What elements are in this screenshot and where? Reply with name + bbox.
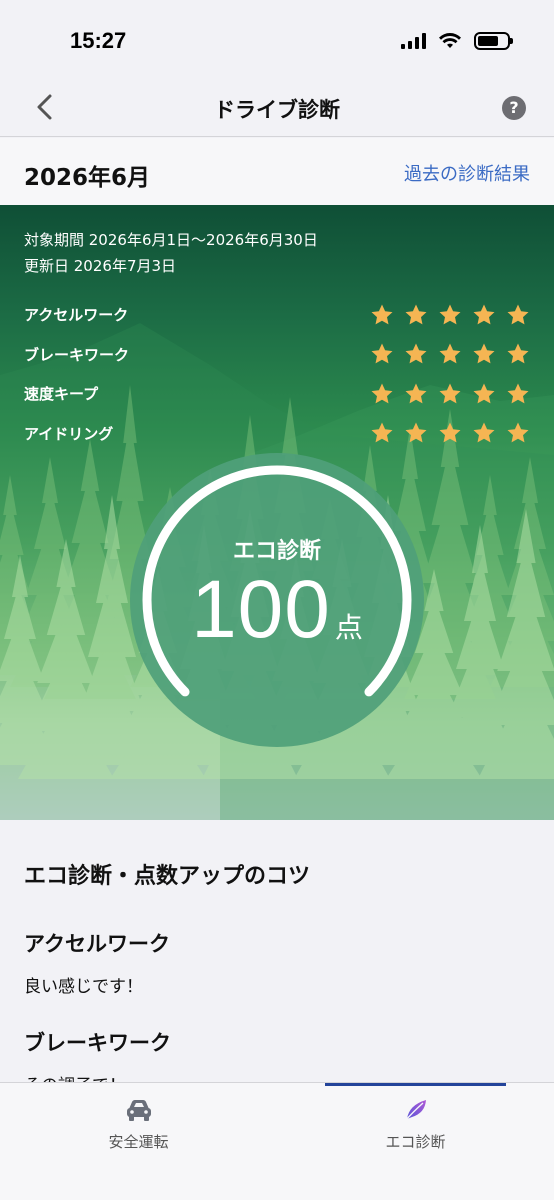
tip-text: 良い感じです！ — [24, 977, 143, 997]
tip-item: アクセルワーク 良い感じです！ — [24, 928, 530, 997]
star-icon — [473, 383, 495, 404]
updated-date: 更新日 2026年7月3日 — [24, 257, 177, 275]
status-time: 15:27 — [70, 28, 127, 53]
cellular-signal-icon — [401, 33, 426, 49]
star-icon — [371, 422, 393, 443]
star-icon — [473, 304, 495, 325]
eco-label: エコ診断 — [232, 539, 321, 564]
rating-list: アクセルワーク ブレーキワーク 速度キープアイドリング — [24, 295, 530, 453]
rating-row: 速度キープ — [24, 374, 530, 414]
star-icon — [371, 383, 393, 404]
star-icon — [405, 343, 427, 364]
star-icon — [439, 343, 461, 364]
status-icons — [401, 32, 513, 50]
tips-heading: エコ診断・点数アップのコツ — [24, 864, 311, 889]
leaf-icon — [403, 1100, 426, 1122]
rating-row: アクセルワーク — [24, 295, 530, 335]
rating-label: 速度キープ — [24, 385, 99, 404]
eco-score-value: 100 — [191, 564, 331, 655]
star-icon — [473, 343, 495, 364]
eco-hero-panel: 対象期間 2026年6月1日〜2026年6月30日 更新日 2026年7月3日 … — [0, 205, 554, 820]
car-icon — [126, 1100, 151, 1121]
star-icon — [439, 422, 461, 443]
page-title: ドライブ診断 — [214, 98, 340, 122]
month-title: 2026年6月 — [24, 165, 151, 191]
wifi-icon — [439, 33, 461, 48]
star-rating — [370, 382, 530, 406]
star-icon — [405, 304, 427, 325]
rating-row: アイドリング — [24, 414, 530, 454]
battery-icon — [474, 32, 513, 50]
eco-score-gauge: エコ診断 100 点 — [130, 453, 424, 747]
star-icon — [405, 422, 427, 443]
eco-score-unit: 点 — [334, 611, 363, 644]
star-rating — [370, 342, 530, 366]
past-results-link[interactable]: 過去の診断結果 — [404, 160, 530, 186]
nav-bar: ドライブ診断 ? — [0, 80, 554, 137]
help-question-icon[interactable]: ? — [502, 96, 526, 120]
star-icon — [473, 422, 495, 443]
star-icon — [507, 304, 529, 325]
status-bar: 15:27 — [0, 0, 554, 80]
star-icon — [405, 383, 427, 404]
star-icon — [371, 304, 393, 325]
tip-title: ブレーキワーク — [24, 1031, 171, 1055]
star-icon — [507, 343, 529, 364]
star-rating — [370, 303, 530, 327]
period-range: 対象期間 2026年6月1日〜2026年6月30日 — [24, 231, 318, 249]
period-info: 対象期間 2026年6月1日〜2026年6月30日 更新日 2026年7月3日 — [24, 227, 318, 279]
star-icon — [439, 304, 461, 325]
tab-safe-driving[interactable]: 安全運転 — [0, 1083, 277, 1200]
active-tab-indicator — [325, 1083, 506, 1086]
star-icon — [371, 343, 393, 364]
star-rating — [370, 421, 530, 445]
star-icon — [507, 422, 529, 443]
rating-row: ブレーキワーク — [24, 335, 530, 375]
eco-score: 100 点 — [130, 563, 424, 657]
rating-label: アクセルワーク — [24, 306, 129, 325]
tab-bar: 安全運転 エコ診断 — [0, 1082, 554, 1200]
tab-eco-diagnosis[interactable]: エコ診断 — [277, 1083, 554, 1200]
month-header: 2026年6月 過去の診断結果 — [0, 138, 554, 205]
star-icon — [439, 383, 461, 404]
rating-label: ブレーキワーク — [24, 345, 130, 364]
star-icon — [507, 383, 529, 404]
tab-label: エコ診断 — [385, 1133, 446, 1151]
rating-label: アイドリング — [24, 424, 114, 443]
tab-label: 安全運転 — [108, 1133, 169, 1151]
tip-title: アクセルワーク — [24, 932, 170, 956]
